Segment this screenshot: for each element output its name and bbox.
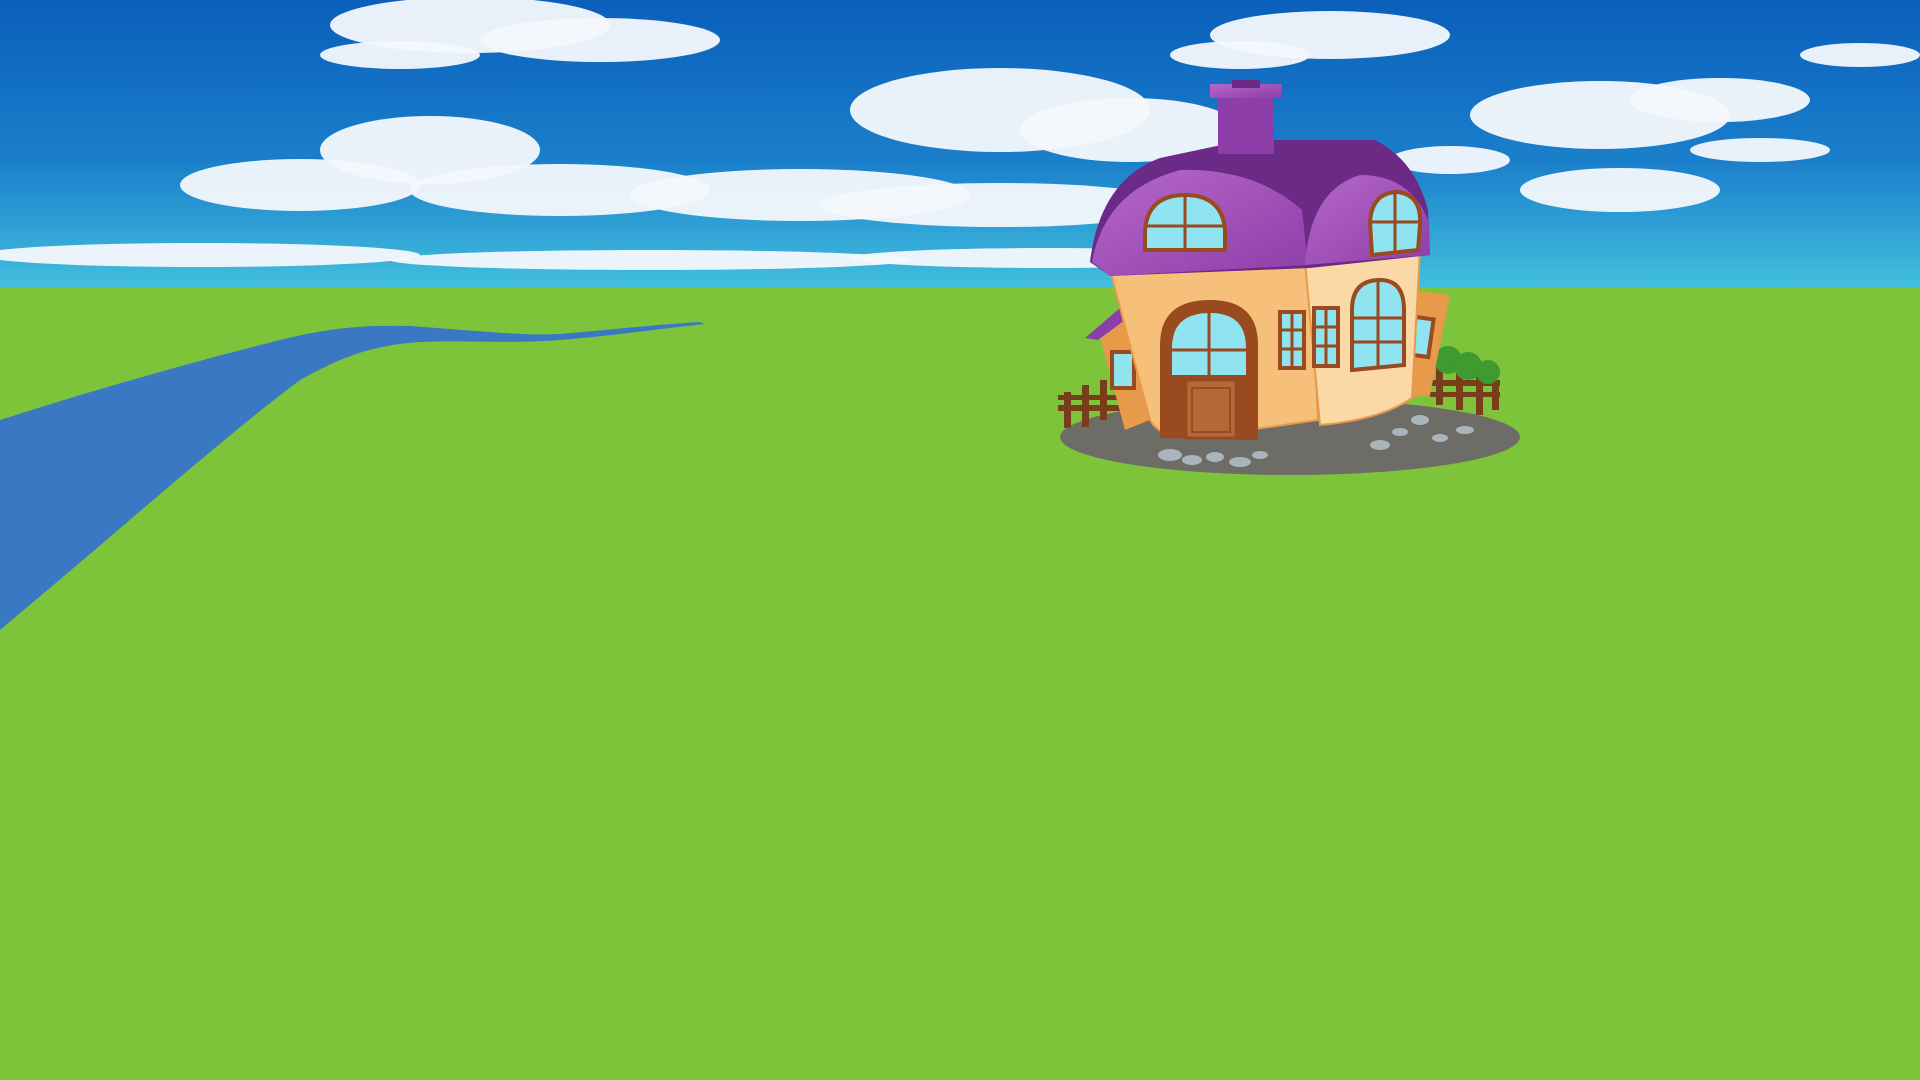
window <box>1350 277 1406 373</box>
cloud-icon <box>1800 43 1920 67</box>
chimney-icon <box>1210 80 1282 154</box>
window <box>1278 310 1306 370</box>
window <box>1367 189 1423 258</box>
game-scene <box>0 0 1920 1080</box>
scene-canvas <box>0 0 1920 1080</box>
window <box>1312 306 1340 368</box>
window <box>1110 350 1136 390</box>
window <box>1143 192 1227 252</box>
grass-field <box>0 288 1920 1080</box>
